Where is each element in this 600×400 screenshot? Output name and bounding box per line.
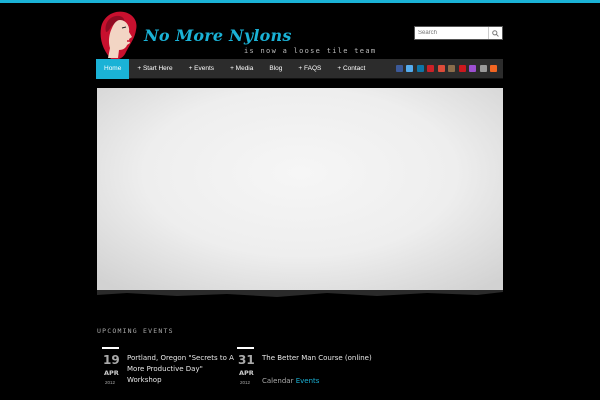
nav-item-media[interactable]: + Media [222, 59, 261, 79]
instagram-icon[interactable] [448, 65, 455, 72]
date-divider [237, 347, 254, 349]
nav-item-faqs[interactable]: + FAQS [290, 59, 329, 79]
event-link-prefix: Calendar [262, 377, 294, 385]
facebook-icon[interactable] [395, 65, 403, 72]
event-title[interactable]: The Better Man Course (online) [262, 353, 372, 364]
pinterest-icon[interactable] [427, 65, 434, 72]
search-button[interactable] [488, 27, 502, 39]
event-year: 2012 [240, 380, 251, 385]
search-box [414, 26, 503, 40]
twitter-icon[interactable] [406, 65, 413, 72]
event-year: 2012 [105, 380, 116, 385]
event-day: 19 [103, 353, 120, 367]
youtube-icon[interactable] [458, 65, 466, 72]
slider-shadow [97, 290, 503, 297]
event-link: Calendar Events [262, 377, 319, 385]
date-divider [102, 347, 119, 349]
nav-item-home[interactable]: Home [96, 59, 130, 79]
site-title[interactable]: No More Nylons [144, 26, 292, 45]
events-link[interactable]: Events [296, 377, 320, 385]
main-navigation: Home + Start Here + Events + Media Blog … [96, 59, 503, 79]
top-accent-stripe [0, 0, 600, 3]
nav-item-contact[interactable]: + Contact [329, 59, 373, 79]
search-icon [492, 29, 499, 37]
email-icon[interactable] [479, 65, 487, 72]
linkedin-icon[interactable] [416, 65, 424, 72]
google-plus-icon[interactable] [437, 65, 445, 72]
nav-item-blog[interactable]: Blog [261, 59, 290, 79]
event-day: 31 [238, 353, 255, 367]
social-icon-list [395, 65, 497, 72]
flickr-icon[interactable] [469, 65, 476, 72]
events-heading: UPCOMING EVENTS [97, 327, 174, 335]
search-input[interactable] [415, 27, 489, 39]
logo-redhead-icon[interactable] [96, 10, 144, 60]
event-title[interactable]: Portland, Oregon "Secrets to A More Prod… [127, 353, 237, 386]
event-month: APR [104, 369, 119, 377]
nav-item-start-here[interactable]: + Start Here [129, 59, 180, 79]
site-tagline: is now a loose tile team [244, 47, 377, 55]
featured-slider[interactable] [97, 88, 503, 290]
rss-icon[interactable] [490, 65, 497, 72]
nav-item-events[interactable]: + Events [181, 59, 222, 79]
event-month: APR [239, 369, 254, 377]
